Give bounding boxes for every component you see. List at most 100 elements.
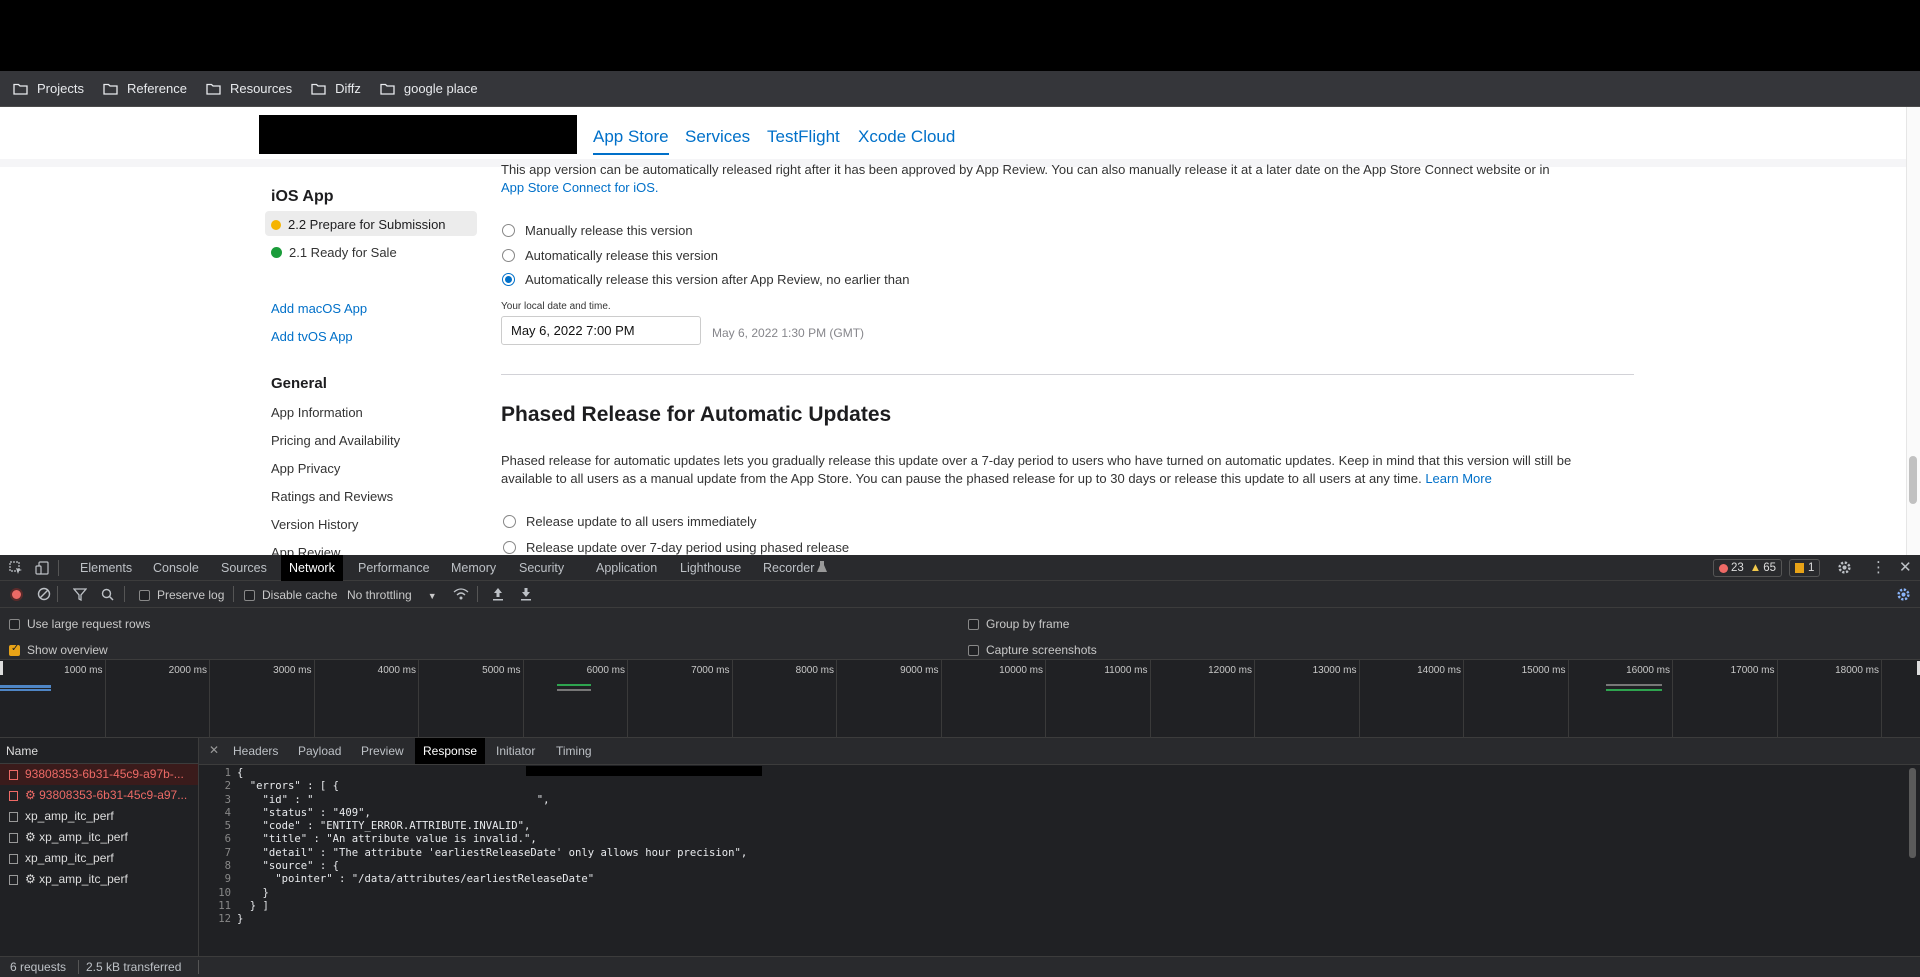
request-row[interactable]: xp_amp_itc_perf [0,848,198,869]
sidebar-item-app-privacy[interactable]: App Privacy [271,461,340,476]
radio-manual-release[interactable]: Manually release this version [502,223,693,238]
tab-memory[interactable]: Memory [451,555,496,581]
radio-auto-release[interactable]: Automatically release this version [502,248,718,263]
tab-initiator[interactable]: Initiator [496,738,535,764]
checkbox-box[interactable] [244,589,255,601]
network-conditions-icon[interactable] [453,587,469,604]
network-overview-timeline[interactable]: 1000 ms 2000 ms 3000 ms 4000 ms 5000 ms 6000 … [0,660,1920,738]
tab-security[interactable]: Security [519,555,564,581]
add-tvos-app-link[interactable]: Add tvOS App [271,329,353,344]
throttling-select[interactable]: No throttling ▼ [347,588,437,602]
clear-icon[interactable] [37,587,51,604]
request-row[interactable]: ⚙ 93808353-6b31-45c9-a97... [0,785,198,806]
release-date-input[interactable]: May 6, 2022 7:00 PM [501,316,701,345]
sidebar-item-app-information[interactable]: App Information [271,405,363,420]
name-column-header[interactable]: Name [0,738,198,764]
bookmark-item[interactable]: Projects [13,81,84,96]
checkbox-box[interactable] [968,618,979,630]
radio-release-all-users[interactable]: Release update to all users immediately [503,514,757,529]
upload-har-icon[interactable] [492,587,504,604]
more-options-icon[interactable]: ⋮ [1871,558,1886,576]
radio-circle[interactable] [503,515,516,528]
filter-icon[interactable] [72,588,88,604]
line-number: 9 [224,873,231,886]
response-scrollbar-thumb[interactable] [1909,768,1916,858]
request-row[interactable]: ⚙ xp_amp_itc_perf [0,869,198,890]
timeline-start-handle[interactable] [0,661,3,675]
sidebar-item-version-history[interactable]: Version History [271,517,358,532]
checkbox-box-checked[interactable] [9,643,20,656]
radio-circle[interactable] [502,249,515,262]
nav-testflight[interactable]: TestFlight [767,127,840,147]
preserve-log-checkbox[interactable]: Preserve log [139,588,224,602]
request-row[interactable]: xp_amp_itc_perf [0,806,198,827]
request-row[interactable]: ⚙ xp_amp_itc_perf [0,827,198,848]
radio-circle[interactable] [502,224,515,237]
page-scrollbar-thumb[interactable] [1909,456,1917,504]
group-by-frame-checkbox[interactable]: Group by frame [968,617,1069,631]
learn-more-link[interactable]: Learn More [1425,471,1491,486]
radio-auto-release-after-date[interactable]: Automatically release this version after… [502,272,909,287]
sidebar-item-pricing[interactable]: Pricing and Availability [271,433,400,448]
timeline-tick: 2000 ms [169,660,210,738]
radio-circle[interactable] [503,541,516,554]
response-body[interactable]: 1{2 "errors" : [ {3 "id" : " ", 4 "status… [199,765,1905,956]
nav-app-store[interactable]: App Store [593,127,669,155]
inspect-element-icon[interactable] [9,561,23,578]
timeline-tick: 3000 ms [273,660,315,738]
timeline-bar [0,685,51,688]
bookmark-item[interactable]: Resources [206,81,292,96]
capture-screenshots-checkbox[interactable]: Capture screenshots [968,643,1097,657]
page-scrollbar[interactable] [1906,107,1920,555]
close-detail-icon[interactable]: ✕ [209,743,219,757]
tab-console[interactable]: Console [153,555,199,581]
show-overview-checkbox[interactable]: Show overview [9,643,108,657]
sidebar-version-2-1[interactable]: 2.1 Ready for Sale [271,245,397,260]
tab-payload[interactable]: Payload [298,738,341,764]
checkbox-box[interactable] [139,589,150,601]
checkbox-box[interactable] [9,618,20,630]
flask-icon [817,561,827,576]
tab-recorder[interactable]: Recorder [763,555,814,581]
large-rows-checkbox[interactable]: Use large request rows [9,617,150,631]
record-icon[interactable] [10,588,23,601]
network-settings-pane: Use large request rows Show overview Gro… [0,608,1920,660]
add-macos-app-link[interactable]: Add macOS App [271,301,367,316]
sidebar-item-ratings[interactable]: Ratings and Reviews [271,489,393,504]
download-har-icon[interactable] [520,587,532,604]
timeline-tick: 12000 ms [1208,660,1255,738]
tab-preview[interactable]: Preview [361,738,404,764]
issues-counter[interactable]: 23 ▲ 65 [1713,559,1782,577]
bookmark-item[interactable]: Diffz [311,81,361,96]
tab-application[interactable]: Application [596,555,657,581]
settings-gear-icon[interactable] [1837,560,1852,578]
bookmark-item[interactable]: google place [380,81,478,96]
sidebar-item-app-review[interactable]: App Review [271,545,340,555]
tab-elements[interactable]: Elements [80,555,132,581]
bookmark-item[interactable]: Reference [103,81,187,96]
tab-sources[interactable]: Sources [221,555,267,581]
tab-network[interactable]: Network [281,555,343,581]
timeline-tick-label: 11000 ms [1104,665,1148,676]
tab-response[interactable]: Response [415,738,486,764]
timeline-bar [557,684,591,686]
close-devtools-icon[interactable]: ✕ [1899,558,1912,576]
radio-circle-selected[interactable] [502,273,515,286]
network-settings-gear-icon[interactable] [1896,587,1911,605]
sidebar-version-2-2[interactable]: 2.2 Prepare for Submission [271,217,446,232]
radio-phased-release[interactable]: Release update over 7-day period using p… [503,540,849,555]
document-icon [9,874,18,885]
search-icon[interactable] [101,588,114,604]
tab-timing[interactable]: Timing [556,738,592,764]
nav-xcode-cloud[interactable]: Xcode Cloud [858,127,955,147]
disable-cache-checkbox[interactable]: Disable cache [244,588,337,602]
request-row[interactable]: 93808353-6b31-45c9-a97b-... [0,764,198,785]
app-store-connect-ios-link[interactable]: App Store Connect for iOS. [501,180,659,195]
tab-lighthouse[interactable]: Lighthouse [680,555,741,581]
tab-performance[interactable]: Performance [358,555,430,581]
tab-headers[interactable]: Headers [233,738,278,764]
nav-services[interactable]: Services [685,127,750,147]
device-toolbar-icon[interactable] [35,561,49,578]
issue-badge[interactable]: 1 [1789,559,1821,577]
checkbox-box[interactable] [968,644,979,656]
